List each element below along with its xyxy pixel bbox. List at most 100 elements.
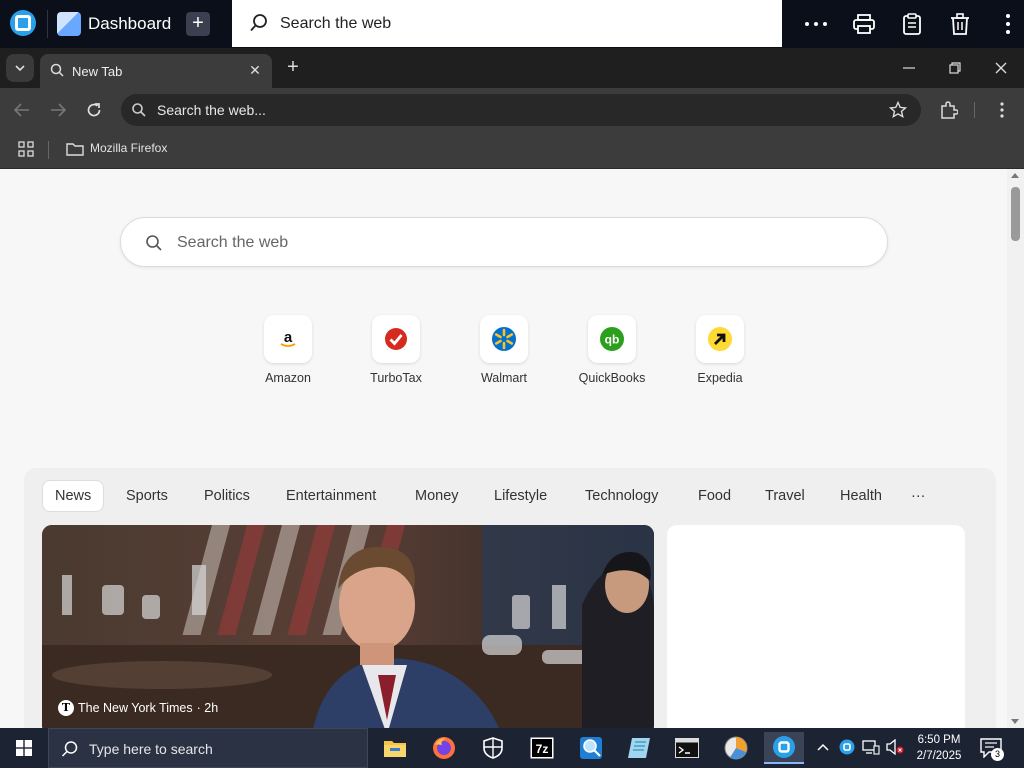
folder-icon <box>66 143 84 156</box>
add-dashboard-button[interactable]: + <box>186 12 210 36</box>
scroll-down-arrow-icon[interactable] <box>1011 719 1019 724</box>
news-card[interactable]: T The New York Times · 2h <box>42 525 654 728</box>
feed-tab-technology[interactable]: Technology <box>573 480 670 512</box>
quickbooks-icon: qb <box>588 315 636 363</box>
address-bar-text: Search the web... <box>157 102 266 118</box>
trash-icon[interactable] <box>947 11 973 37</box>
shortcut-quickbooks[interactable]: qb QuickBooks <box>567 315 657 385</box>
network-icon[interactable] <box>862 738 880 756</box>
shortcut-label: Walmart <box>480 371 528 385</box>
back-arrow-icon[interactable] <box>10 98 34 122</box>
notification-count-badge: 3 <box>991 748 1004 761</box>
shortcut-walmart[interactable]: Walmart <box>459 315 549 385</box>
clipboard-icon[interactable] <box>899 11 925 37</box>
search-icon <box>50 63 64 77</box>
dashboard-search-placeholder: Search the web <box>280 15 392 32</box>
dashboard-search-bar[interactable]: Search the web <box>232 0 782 47</box>
search-icon <box>61 741 78 757</box>
feed-tab-politics[interactable]: Politics <box>192 480 262 512</box>
kebab-menu-icon[interactable] <box>995 11 1021 37</box>
forward-arrow-icon[interactable] <box>46 98 70 122</box>
page-search-box[interactable]: Search the web <box>120 217 888 267</box>
terminal-icon[interactable] <box>667 732 707 764</box>
divider <box>47 10 48 38</box>
page-search-placeholder: Search the web <box>177 234 289 251</box>
tab-new-tab[interactable]: New Tab ✕ <box>40 54 272 88</box>
dashboard-bar: Dashboard + Search the web <box>0 0 1024 48</box>
bookmark-star-icon[interactable] <box>889 101 907 119</box>
close-window-icon[interactable] <box>986 56 1016 80</box>
reload-icon[interactable] <box>82 98 106 122</box>
side-card <box>667 525 965 728</box>
news-feed: News Sports Politics Entertainment Money… <box>24 468 996 728</box>
turbotax-icon <box>372 315 420 363</box>
feed-tab-money[interactable]: Money <box>403 480 471 512</box>
new-tab-page: Search the web a Amazon TurboTax Walmart… <box>0 169 1007 728</box>
shortcut-expedia[interactable]: Expedia <box>675 315 765 385</box>
browser-tab-strip: New Tab ✕ + <box>0 48 1024 88</box>
news-photo <box>42 525 654 728</box>
tab-search-dropdown[interactable] <box>6 54 34 82</box>
feed-tab-sports[interactable]: Sports <box>114 480 180 512</box>
scroll-up-arrow-icon[interactable] <box>1011 173 1019 178</box>
app-logo-icon[interactable] <box>10 10 36 36</box>
feed-tab-news[interactable]: News <box>42 480 105 512</box>
apps-grid-icon[interactable] <box>18 141 34 157</box>
system-clock[interactable]: 6:50 PM 2/7/2025 <box>906 732 972 764</box>
shortcut-label: QuickBooks <box>578 371 646 385</box>
news-age: · 2h <box>196 701 219 715</box>
svg-text:7z: 7z <box>536 742 549 756</box>
bookmark-folder-mozilla-firefox[interactable]: Mozilla Firefox <box>90 141 167 155</box>
minimize-icon[interactable] <box>894 56 924 80</box>
address-bar[interactable]: Search the web... <box>121 94 921 126</box>
magnifier-app-icon[interactable] <box>571 732 611 764</box>
shortcut-amazon[interactable]: a Amazon <box>243 315 333 385</box>
walmart-icon <box>480 315 528 363</box>
search-icon <box>250 14 267 32</box>
taskbar-search-placeholder: Type here to search <box>89 741 213 757</box>
windows-start-icon[interactable] <box>0 728 48 768</box>
volume-muted-icon[interactable] <box>886 738 904 756</box>
feed-tab-food[interactable]: Food <box>686 480 743 512</box>
taskbar-search-box[interactable]: Type here to search <box>48 728 368 768</box>
feed-tab-lifestyle[interactable]: Lifestyle <box>482 480 559 512</box>
search-icon <box>132 103 146 117</box>
shortcut-turbotax[interactable]: TurboTax <box>351 315 441 385</box>
firefox-icon[interactable] <box>424 732 464 764</box>
svg-text:a: a <box>284 329 293 346</box>
7zip-icon[interactable]: 7z <box>522 732 562 764</box>
disk-usage-icon[interactable] <box>716 732 756 764</box>
feed-tab-entertainment[interactable]: Entertainment <box>274 480 388 512</box>
file-explorer-icon[interactable] <box>375 732 415 764</box>
feed-tab-health[interactable]: Health <box>828 480 894 512</box>
show-hidden-icons-icon[interactable] <box>814 738 832 756</box>
search-icon <box>146 235 162 251</box>
close-tab-icon[interactable]: ✕ <box>246 61 264 79</box>
scrollbar-thumb[interactable] <box>1011 187 1020 241</box>
bookmarks-divider <box>48 141 49 159</box>
dashboard-icon[interactable] <box>57 12 81 36</box>
toolbar-divider <box>974 102 975 118</box>
feed-more-icon[interactable]: ··· <box>899 480 938 512</box>
expedia-icon <box>696 315 744 363</box>
tray-app-icon[interactable] <box>838 738 856 756</box>
page-scrollbar[interactable] <box>1007 169 1024 728</box>
tab-title: New Tab <box>72 64 123 79</box>
bookmarks-bar: Mozilla Firefox <box>0 132 1024 169</box>
dashboard-title[interactable]: Dashboard <box>88 14 171 34</box>
notes-app-icon[interactable] <box>619 732 659 764</box>
restore-icon[interactable] <box>940 56 970 80</box>
print-icon[interactable] <box>851 11 877 37</box>
shortcut-label: Amazon <box>265 371 311 385</box>
news-source: T The New York Times · 2h <box>58 700 218 716</box>
windows-security-icon[interactable] <box>473 732 513 764</box>
dashboard-app-icon[interactable] <box>764 732 804 764</box>
new-tab-button[interactable]: + <box>282 56 304 78</box>
more-options-icon[interactable] <box>803 11 829 37</box>
feed-tab-travel[interactable]: Travel <box>753 480 817 512</box>
svg-text:qb: qb <box>605 333 620 347</box>
browser-menu-icon[interactable] <box>990 98 1014 122</box>
clock-time: 6:50 PM <box>917 734 961 746</box>
shortcut-label: TurboTax <box>370 371 422 385</box>
extensions-icon[interactable] <box>937 98 961 122</box>
